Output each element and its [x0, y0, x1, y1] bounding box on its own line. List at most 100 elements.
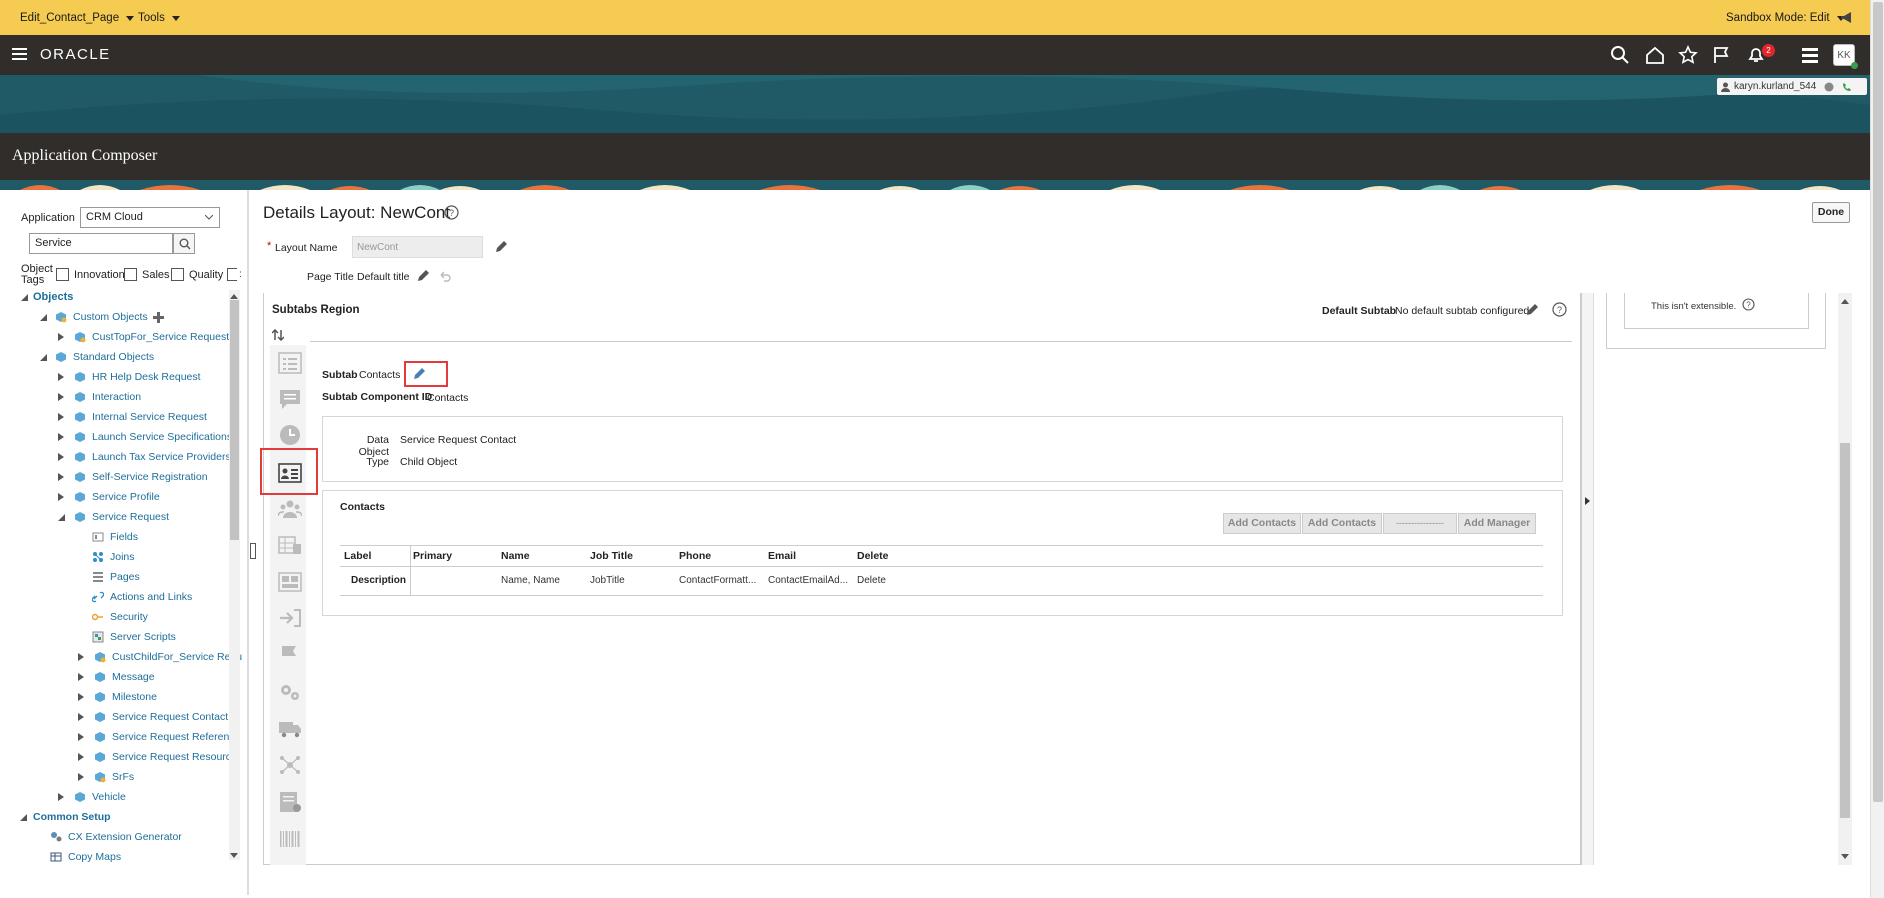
application-select[interactable]: CRM Cloud: [80, 207, 220, 228]
scroll-up-arrow-icon[interactable]: [230, 294, 238, 299]
tree-joins[interactable]: Joins: [92, 549, 135, 565]
truck-subtab-icon[interactable]: [278, 717, 302, 739]
tree-launch-service-specifications[interactable]: Launch Service Specifications: [58, 429, 232, 445]
tree-copy-maps[interactable]: Copy Maps: [50, 849, 121, 865]
properties-scroll-thumb[interactable]: [1840, 443, 1850, 818]
megaphone-icon[interactable]: [1840, 11, 1854, 24]
add-icon[interactable]: [152, 311, 164, 323]
scroll-down-arrow-icon[interactable]: [1841, 854, 1849, 859]
tree-custom-objects[interactable]: Custom Objects: [40, 309, 164, 325]
page-scrollbar[interactable]: [1870, 0, 1884, 898]
tree-service-request[interactable]: Service Request: [58, 509, 169, 525]
tag-checkbox-more[interactable]: [227, 268, 237, 281]
task-list-icon[interactable]: [1800, 45, 1820, 65]
sandbox-mode-menu[interactable]: Sandbox Mode: Edit: [1726, 12, 1845, 24]
flag-icon[interactable]: [1712, 45, 1732, 65]
scroll-down-arrow-icon[interactable]: [230, 853, 238, 858]
edit-default-subtab-pencil-icon[interactable]: [1525, 303, 1539, 317]
info-icon[interactable]: [1824, 82, 1834, 92]
default-subtab-label: Default Subtab: [1322, 305, 1397, 317]
separator-button[interactable]: ----------------: [1383, 513, 1457, 534]
tree-item-label: Service Profile: [92, 491, 160, 503]
document-subtab-icon[interactable]: [278, 791, 302, 813]
collapsed-arrow-icon: [78, 693, 84, 701]
search-icon[interactable]: [1610, 45, 1630, 65]
edit-page-title-pencil-icon[interactable]: [416, 269, 430, 283]
undo-icon[interactable]: [438, 269, 452, 283]
sign-in-subtab-icon[interactable]: [278, 607, 302, 629]
tree-security[interactable]: Security: [92, 609, 148, 625]
flag-subtab-icon[interactable]: [278, 644, 302, 666]
tree-interaction[interactable]: Interaction: [58, 389, 141, 405]
app-title: Application Composer: [12, 147, 158, 164]
expanded-arrow-icon[interactable]: [21, 294, 28, 301]
tree-pages[interactable]: Pages: [92, 569, 140, 585]
help-icon[interactable]: ?: [1552, 302, 1567, 317]
object-search-input[interactable]: Service: [29, 233, 173, 254]
user-status-chip[interactable]: karyn.kurland_544: [1717, 78, 1867, 95]
tools-menu[interactable]: Tools: [138, 12, 180, 24]
help-icon[interactable]: ?: [1742, 298, 1755, 311]
tree-service-request-contact[interactable]: Service Request Contact: [78, 709, 228, 725]
navigator-scrollbar[interactable]: [229, 290, 240, 860]
tree-objects[interactable]: Objects: [33, 289, 73, 305]
summary-subtab-icon[interactable]: [278, 352, 302, 374]
tree-hr-help-desk-request[interactable]: HR Help Desk Request: [58, 369, 201, 385]
search-button[interactable]: [173, 233, 195, 254]
navigator-scroll-thumb[interactable]: [230, 300, 239, 540]
gears-subtab-icon[interactable]: [278, 681, 302, 703]
add-contacts-button[interactable]: Add Contacts: [1223, 513, 1301, 534]
page-menu[interactable]: Edit_Contact_Page: [20, 12, 135, 24]
tree-common-setup[interactable]: Common Setup: [20, 809, 111, 825]
tag-checkbox-quality[interactable]: [171, 268, 184, 281]
barcode-subtab-icon[interactable]: [278, 828, 302, 850]
tree-self-service-registration[interactable]: Self-Service Registration: [58, 469, 208, 485]
tree-service-request-reference[interactable]: Service Request Reference: [78, 729, 240, 745]
done-button[interactable]: Done: [1812, 202, 1850, 223]
tree-server-scripts[interactable]: Server Scripts: [92, 629, 176, 645]
clock-subtab-icon[interactable]: [278, 424, 302, 446]
add-manager-button[interactable]: Add Manager: [1458, 513, 1536, 534]
star-icon[interactable]: [1678, 45, 1698, 65]
tree-standard-objects[interactable]: Standard Objects: [40, 349, 154, 365]
team-subtab-icon[interactable]: [278, 498, 302, 520]
standard-object-icon: [95, 692, 105, 702]
tree-vehicle[interactable]: Vehicle: [58, 789, 126, 805]
scroll-up-arrow-icon[interactable]: [1841, 299, 1849, 304]
tag-checkbox-innovation[interactable]: [56, 268, 69, 281]
tree-custchildfor-service-request[interactable]: CustChildFor_Service Requ: [78, 649, 242, 665]
tree-milestone[interactable]: Milestone: [78, 689, 157, 705]
tag-checkbox-sales[interactable]: [124, 268, 137, 281]
add-contacts-button-2[interactable]: Add Contacts: [1302, 513, 1382, 534]
tree-internal-service-request[interactable]: Internal Service Request: [58, 409, 207, 425]
hamburger-menu-icon[interactable]: [12, 48, 27, 61]
tree-srfs[interactable]: SrFs: [78, 769, 134, 785]
home-icon[interactable]: [1645, 45, 1665, 65]
tree-launch-tax-service-providers[interactable]: Launch Tax Service Providers: [58, 449, 231, 465]
properties-scrollbar[interactable]: [1838, 293, 1852, 865]
oracle-logo[interactable]: ORACLE: [40, 46, 111, 63]
tree-custtopfor-service-request[interactable]: CustTopFor_Service Request: [58, 329, 229, 345]
reorder-icon[interactable]: [272, 329, 284, 341]
help-icon[interactable]: ?: [444, 205, 459, 220]
tree-actions-and-links[interactable]: Actions and Links: [92, 589, 192, 605]
tree-item-label: Self-Service Registration: [92, 471, 208, 483]
collapse-navigator-handle[interactable]: [250, 543, 256, 559]
tree-message[interactable]: Message: [78, 669, 155, 685]
svg-text:?: ?: [1746, 301, 1751, 310]
tree-cx-extension-generator[interactable]: CX Extension Generator: [50, 829, 182, 845]
tree-fields[interactable]: Fields: [92, 529, 138, 545]
table-subtab-icon[interactable]: [278, 534, 302, 556]
edit-layout-name-pencil-icon[interactable]: [494, 240, 508, 254]
table-header-label: Label: [344, 550, 372, 562]
page-scroll-thumb[interactable]: [1873, 2, 1883, 802]
phone-icon[interactable]: [1842, 82, 1852, 92]
tree-service-profile[interactable]: Service Profile: [58, 489, 160, 505]
notes-subtab-icon[interactable]: [278, 388, 302, 410]
tree-item-label: Vehicle: [92, 791, 126, 803]
properties-toggle-bar[interactable]: [1581, 293, 1593, 865]
network-subtab-icon[interactable]: [278, 754, 302, 776]
gallery-subtab-icon[interactable]: [278, 571, 302, 593]
tree-service-request-resource[interactable]: Service Request Resource: [78, 749, 237, 765]
layout-name-input[interactable]: NewCont: [352, 236, 483, 258]
